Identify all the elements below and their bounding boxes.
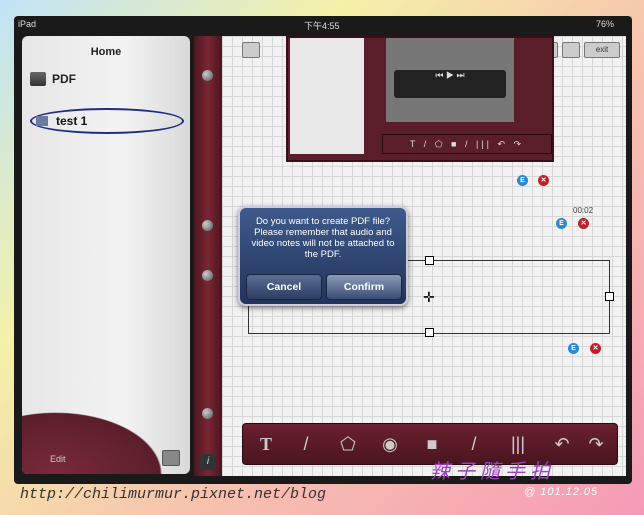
sidebar-title: Home <box>90 46 122 58</box>
undo-icon[interactable]: ↶ <box>549 431 575 457</box>
sidebar-item-pdf[interactable]: PDF <box>30 72 76 86</box>
shape-tool-icon[interactable]: ⬠ <box>335 431 361 457</box>
exit-button[interactable]: exit <box>584 42 620 58</box>
video-controls[interactable]: ⏮ ▶ ⏭ <box>394 70 506 98</box>
dialog-message: Do you want to create PDF file? Please r… <box>251 216 395 260</box>
rivet-icon <box>202 270 213 281</box>
play-icon[interactable]: ▶ <box>446 70 454 80</box>
cancel-button[interactable]: Cancel <box>246 274 322 300</box>
edit-badge[interactable]: E <box>556 218 567 229</box>
folder-icon <box>30 72 46 86</box>
rivet-icon <box>202 408 213 419</box>
mini-toolbar[interactable]: T / ⬠ ■ / ||| ↶ ↷ <box>382 134 552 154</box>
marker-tool-icon[interactable]: / <box>461 431 487 457</box>
export-button[interactable] <box>562 42 580 58</box>
video-tool-icon[interactable]: ◉ <box>377 431 403 457</box>
delete-badge[interactable]: ✕ <box>538 175 549 186</box>
add-note-button[interactable] <box>162 450 180 466</box>
move-crosshair-icon[interactable]: ✛ <box>423 289 435 306</box>
date-watermark: @ 101.12.05 <box>524 486 599 498</box>
resize-handle[interactable] <box>425 328 434 337</box>
resize-handle[interactable] <box>605 292 614 301</box>
rivet-icon <box>202 70 213 81</box>
page-thumbnail[interactable] <box>290 38 364 154</box>
url-watermark: http://chilimurmur.pixnet.net/blog <box>20 486 327 503</box>
next-icon[interactable]: ⏭ <box>457 70 465 80</box>
clock: 下午4:55 <box>304 21 340 31</box>
rectangle-tool-icon[interactable]: ■ <box>419 431 445 457</box>
delete-badge[interactable]: ✕ <box>590 343 601 354</box>
sidebar-item-test-1[interactable]: test 1 <box>30 108 184 134</box>
confirm-button[interactable]: Confirm <box>326 274 402 300</box>
note-icon <box>36 116 48 126</box>
text-tool-icon[interactable]: T <box>253 431 279 457</box>
audio-time: 00:02 <box>573 206 594 215</box>
resize-handle[interactable] <box>425 256 434 265</box>
signature-watermark: 辣子隨手拍 <box>430 461 555 483</box>
redo-icon[interactable]: ↷ <box>583 431 609 457</box>
sidebar-item-label: test 1 <box>56 114 88 128</box>
edit-button[interactable]: Edit <box>50 454 66 464</box>
notebook-sidebar: Home PDF test 1 Edit <box>22 36 190 474</box>
piano-tool-icon[interactable]: ||| <box>505 431 531 457</box>
sidebar-item-label: PDF <box>52 72 76 86</box>
previous-icon[interactable]: ⏮ <box>435 70 443 80</box>
delete-badge[interactable]: ✕ <box>578 218 589 229</box>
edit-badge[interactable]: E <box>517 175 528 186</box>
info-button[interactable]: i <box>200 454 216 470</box>
device-name: iPad <box>18 19 37 29</box>
notebook-spine: i <box>194 36 222 476</box>
rivet-icon <box>202 220 213 231</box>
pen-tool-icon[interactable]: / <box>293 431 319 457</box>
status-bar: iPad 下午4:55 76% <box>14 16 632 32</box>
edit-badge[interactable]: E <box>568 343 579 354</box>
pdf-confirm-dialog: Do you want to create PDF file? Please r… <box>238 206 408 306</box>
battery-level: 76% <box>596 19 615 29</box>
menu-button[interactable] <box>242 42 260 58</box>
